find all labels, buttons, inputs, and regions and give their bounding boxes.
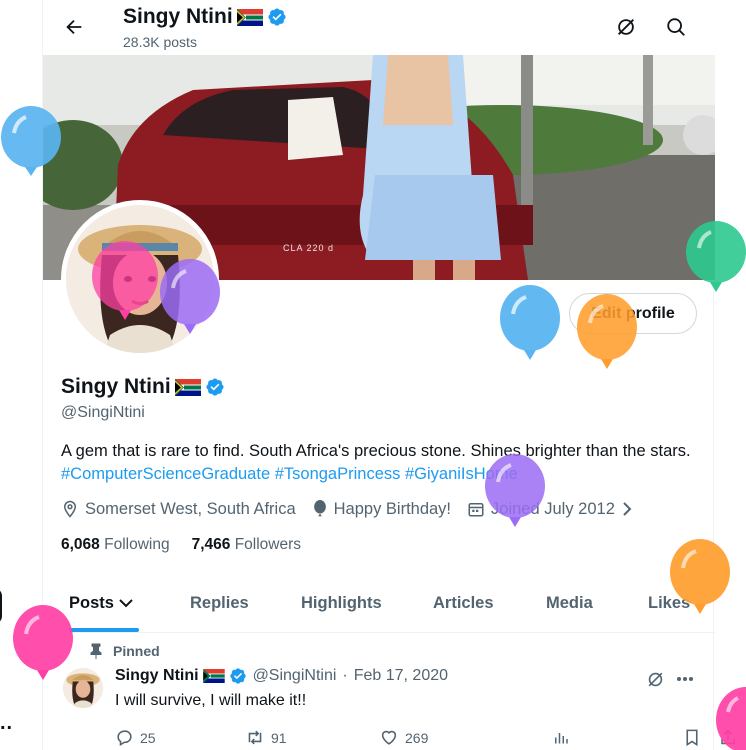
active-tab-indicator	[69, 628, 139, 632]
balloon-decoration	[500, 285, 560, 360]
balloon-decoration	[1, 106, 61, 176]
top-header: Singy Ntini 28.3K posts	[43, 0, 715, 55]
profile-name-text: Singy Ntini	[61, 375, 171, 398]
bookmark-icon	[686, 729, 698, 747]
post-date[interactable]: Feb 17, 2020	[354, 667, 448, 685]
post-text: I will survive, I will make it!!	[115, 692, 307, 709]
pinned-indicator: Pinned	[89, 643, 160, 659]
search-icon	[667, 18, 685, 36]
back-button[interactable]	[57, 10, 91, 44]
repost-button[interactable]: 91	[245, 728, 287, 747]
tab-articles-label: Articles	[433, 593, 494, 612]
balloon-decoration	[686, 221, 746, 292]
reply-count: 25	[140, 729, 156, 746]
balloon-decoration	[670, 539, 730, 614]
chevron-right-icon	[623, 502, 632, 516]
balloon-decoration	[485, 454, 545, 527]
analytics-icon	[555, 733, 568, 744]
bio-text: A gem that is rare to find. South Africa…	[61, 442, 691, 460]
more-horizontal-icon	[677, 677, 693, 681]
profile-tabs: Posts Replies Highlights Articles Media …	[43, 573, 715, 633]
like-button[interactable]: 269	[379, 728, 428, 747]
arrow-left-icon	[66, 19, 82, 35]
profile-handle: @SingiNtini	[61, 404, 145, 421]
tab-replies[interactable]: Replies	[190, 573, 249, 633]
hashtag-link[interactable]: #TsongaPrincess	[275, 465, 401, 483]
reply-icon	[117, 730, 132, 747]
header-posts-count: 28.3K posts	[123, 34, 197, 50]
bookmark-button[interactable]	[684, 728, 700, 747]
south-africa-flag-icon	[202, 669, 225, 683]
balloon-decoration	[577, 294, 637, 369]
birthday-item: Happy Birthday!	[312, 500, 451, 519]
location-text: Somerset West, South Africa	[85, 499, 296, 518]
verified-badge-icon	[229, 668, 246, 684]
like-count: 269	[405, 729, 429, 746]
banner-car-badge: CLA 220 d	[283, 243, 334, 253]
grok-icon	[618, 19, 634, 35]
pinned-label: Pinned	[113, 643, 160, 659]
balloon-decoration	[716, 687, 746, 750]
search-button[interactable]	[661, 12, 691, 42]
tab-highlights-label: Highlights	[301, 593, 382, 612]
followers-label: Followers	[234, 536, 302, 553]
tab-posts[interactable]: Posts	[69, 573, 134, 633]
profile-name: Singy Ntini	[61, 375, 225, 399]
post-author-handle[interactable]: @SingiNtini	[253, 667, 337, 685]
tab-replies-label: Replies	[190, 593, 249, 612]
tab-articles[interactable]: Articles	[433, 573, 494, 633]
location-item: Somerset West, South Africa	[61, 500, 296, 519]
tab-media-label: Media	[546, 593, 593, 612]
grok-icon	[648, 672, 662, 686]
profile-bio: A gem that is rare to find. South Africa…	[61, 440, 701, 486]
tab-highlights[interactable]: Highlights	[301, 573, 382, 633]
grok-button[interactable]	[611, 12, 641, 42]
repost-count: 91	[271, 729, 287, 746]
post-grok-button[interactable]	[643, 668, 667, 690]
verified-badge-icon	[206, 378, 224, 396]
heart-icon	[381, 730, 397, 745]
balloon-decoration	[92, 241, 158, 320]
followers-link[interactable]: 7,466 Followers	[192, 536, 301, 554]
verified-badge-icon	[268, 8, 286, 26]
follow-stats: 6,068 Following 7,466 Followers	[61, 536, 323, 554]
birthday-text: Happy Birthday!	[333, 499, 452, 518]
profile-column: Singy Ntini 28.3K posts CLA 220 d profil…	[42, 0, 735, 750]
tab-posts-label: Posts	[69, 593, 114, 612]
partial-more-icon: ..	[0, 712, 14, 734]
following-count: 6,068	[61, 536, 100, 553]
south-africa-flag-icon	[236, 8, 263, 26]
chevron-down-icon	[119, 599, 133, 608]
header-name: Singy Ntini	[123, 5, 287, 29]
followers-count: 7,466	[191, 536, 231, 553]
post-header: Singy Ntini @SingiNtini · Feb 17, 2020	[115, 667, 448, 685]
hashtag-link[interactable]: #ComputerScienceGraduate	[61, 465, 270, 483]
repost-icon	[248, 730, 262, 745]
balloon-decoration	[160, 259, 220, 334]
post-separator: ·	[342, 667, 348, 684]
header-name-text: Singy Ntini	[123, 5, 233, 28]
profile-meta: Somerset West, South Africa Happy Birthd…	[61, 498, 649, 520]
following-label: Following	[104, 536, 170, 553]
post-author-name[interactable]: Singy Ntini	[115, 667, 199, 685]
analytics-button[interactable]	[552, 728, 570, 747]
reply-button[interactable]: 25	[115, 728, 156, 747]
pin-icon	[90, 643, 102, 659]
post-actions: 25 91 269	[115, 728, 735, 750]
tab-media[interactable]: Media	[546, 573, 593, 633]
balloon-decoration	[13, 605, 73, 680]
south-africa-flag-icon	[174, 378, 201, 396]
following-link[interactable]: 6,068 Following	[61, 536, 170, 554]
post-more-button[interactable]	[673, 668, 697, 690]
location-pin-icon	[63, 500, 77, 518]
balloon-icon	[313, 500, 326, 517]
partial-edge-element	[0, 588, 2, 624]
